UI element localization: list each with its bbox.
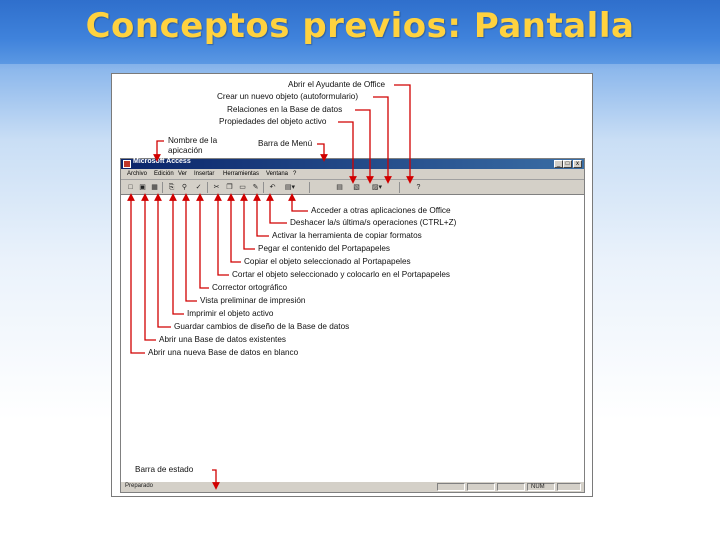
label-barra-estado: Barra de estado [135, 465, 194, 474]
label-relaciones: Relaciones en la Base de datos [227, 105, 343, 114]
label-nombre-app-1: Nombre de la [168, 136, 218, 145]
arrow-nueva [127, 193, 145, 354]
arrow-imprimir [169, 193, 184, 315]
label-deshacer: Deshacer la/s última/s operaciones (CTRL… [290, 218, 457, 227]
arrow-corrector [196, 193, 209, 289]
label-ayudante: Abrir el Ayudante de Office [288, 80, 386, 89]
label-barra-menu: Barra de Menú [258, 139, 313, 148]
arrow-copiar-formatos [253, 193, 269, 237]
arrow-guardar [154, 193, 171, 328]
arrow-pegar [240, 193, 255, 250]
arrow-autoformulario [373, 96, 392, 184]
arrow-deshacer [266, 193, 287, 224]
arrow-propiedades [338, 121, 357, 184]
arrow-ayudante [394, 84, 414, 184]
arrow-barra-menu [317, 143, 328, 162]
label-pegar: Pegar el contenido del Portapapeles [258, 244, 391, 253]
label-abrir: Abrir una Base de datos existentes [159, 335, 286, 344]
arrow-barra-estado [212, 469, 220, 490]
label-cortar: Cortar el objeto seleccionado y colocarl… [232, 270, 451, 279]
annotated-screenshot: Microsoft Access _ □ x Archivo Edición V… [111, 73, 593, 497]
slide-title: Conceptos previos: Pantalla [85, 6, 635, 46]
arrow-cortar [214, 193, 229, 276]
arrow-vista-previa [182, 193, 197, 302]
label-imprimir: Imprimir el objeto activo [187, 309, 274, 318]
arrow-nombre-app [153, 140, 164, 162]
label-acceder: Acceder a otras aplicaciones de Office [311, 206, 451, 215]
label-propiedades: Propiedades del objeto activo [219, 117, 327, 126]
label-autoformulario: Crear un nuevo objeto (autoformulario) [217, 92, 359, 101]
label-nombre-app-2: apicación [168, 146, 203, 155]
label-copiar-formatos: Activar la herramienta de copiar formato… [272, 231, 422, 240]
label-vista-previa: Vista preliminar de impresión [200, 296, 306, 305]
label-copiar: Copiar el objeto seleccionado al Portapa… [244, 257, 411, 266]
arrow-abrir [141, 193, 156, 341]
label-nueva: Abrir una nueva Base de datos en blanco [148, 348, 299, 357]
arrow-relaciones [355, 109, 374, 184]
arrow-copiar [227, 193, 241, 263]
label-corrector: Corrector ortográfico [212, 283, 288, 292]
label-guardar: Guardar cambios de diseño de la Base de … [174, 322, 350, 331]
arrow-acceder [288, 193, 308, 212]
